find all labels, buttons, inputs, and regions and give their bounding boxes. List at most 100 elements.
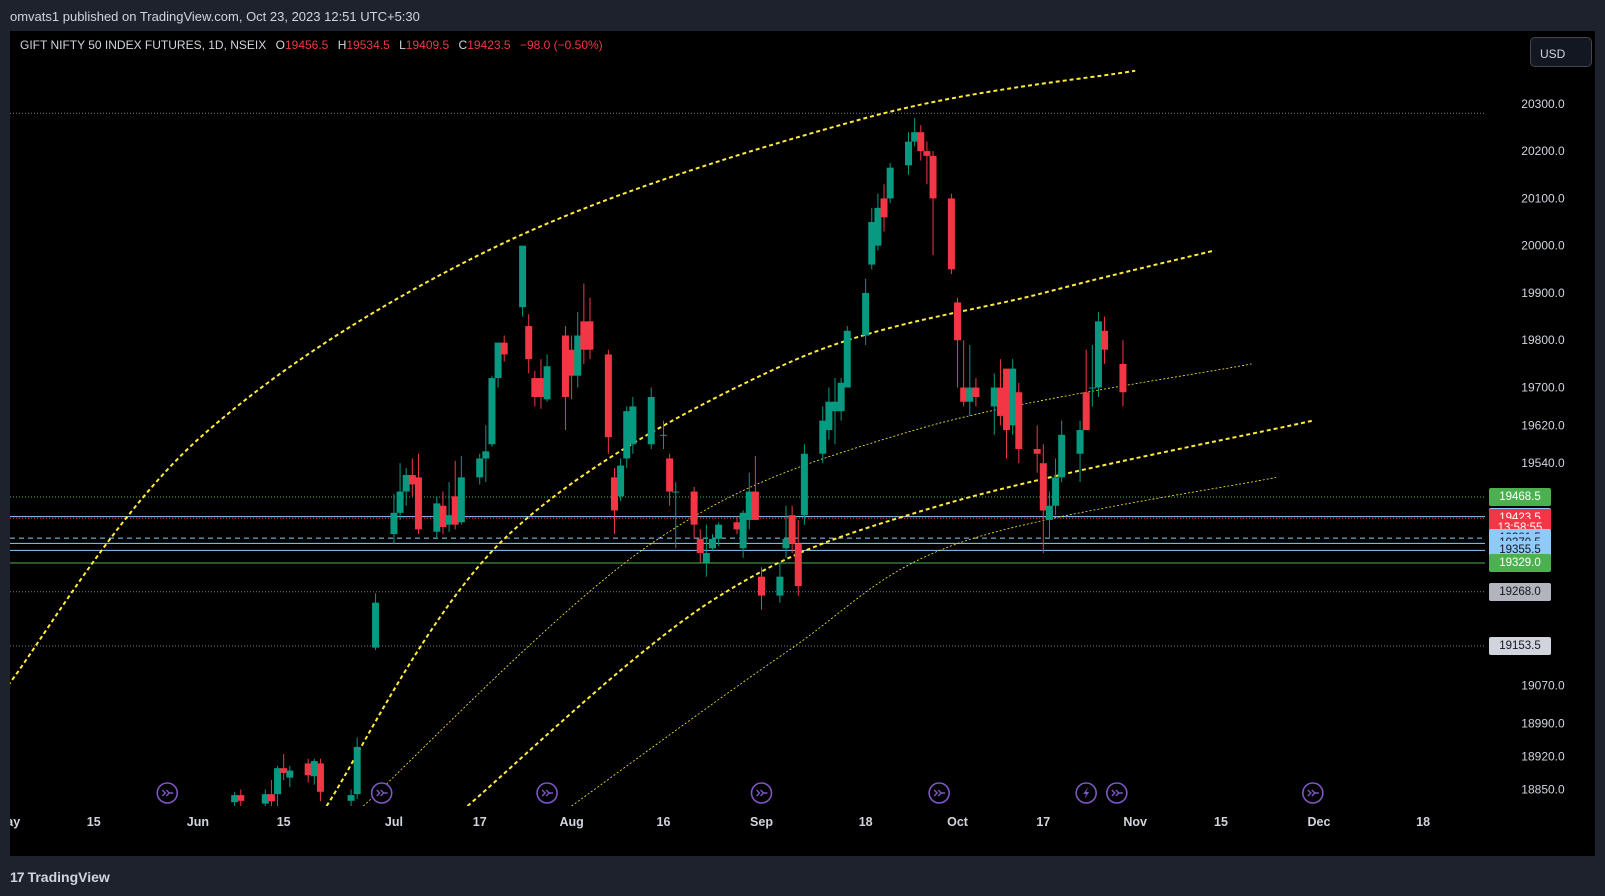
y-axis-tick-label: 18920.0 <box>1521 749 1565 763</box>
event-marker-circle <box>928 782 950 804</box>
candle-body <box>617 465 625 497</box>
price-scale-tag: 19268.0 <box>1489 582 1551 601</box>
tradingview-logo-icon: 17 <box>10 869 25 885</box>
event-arrow-icon[interactable] <box>370 782 393 804</box>
event-flash-icon[interactable] <box>1075 782 1097 804</box>
candle-body <box>880 198 888 218</box>
event-arrow-icon[interactable] <box>536 782 558 804</box>
candle-body <box>274 768 282 795</box>
x-axis-tick-label: 17 <box>473 815 487 829</box>
candle-body <box>715 524 723 539</box>
candle-body <box>1015 392 1023 450</box>
candle-body <box>408 475 416 485</box>
candle-body <box>604 354 612 438</box>
x-axis-tick-label: 17 <box>1036 815 1050 829</box>
price-scale-tag: 19329.0 <box>1489 553 1551 572</box>
candle-body <box>347 795 355 801</box>
candle-body <box>868 222 876 265</box>
candle-body <box>862 292 870 336</box>
low-value: 19409.5 <box>405 38 450 52</box>
candle-body <box>353 746 361 795</box>
candle-body <box>837 382 845 412</box>
candle-body <box>1003 368 1011 431</box>
close-value: 19423.5 <box>467 38 511 52</box>
tradingview-brand: TradingView <box>27 869 110 885</box>
candle-body <box>623 411 631 459</box>
x-axis-tick-label: Oct <box>947 815 969 829</box>
candle-body <box>702 553 710 563</box>
currency-button[interactable]: USD <box>1530 37 1592 67</box>
candle-body <box>286 770 294 778</box>
candle-body <box>531 378 539 397</box>
candle-body <box>457 477 465 523</box>
candle-body <box>316 763 324 792</box>
candle-body <box>488 378 496 445</box>
candle-body <box>390 512 398 535</box>
event-arrow-icon[interactable] <box>1106 782 1128 804</box>
candle-body <box>911 132 919 142</box>
symbol-legend: GIFT NIFTY 50 INDEX FUTURES, 1D, NSEIX O… <box>20 38 603 52</box>
x-axis-tick-label: Dec <box>1308 815 1331 829</box>
event-arrow-icon[interactable] <box>156 782 179 804</box>
candle-body <box>690 491 698 525</box>
candle-body <box>758 576 766 596</box>
candle-body <box>237 795 245 801</box>
candle-body <box>733 522 741 530</box>
y-axis-tick-label: 18990.0 <box>1521 716 1565 730</box>
x-axis-tick-label: 16 <box>657 815 671 829</box>
x-axis-tick-label: Jul <box>385 815 403 829</box>
candle-body <box>819 420 827 454</box>
candle-body <box>433 503 441 532</box>
y-axis-tick-label: 19070.0 <box>1521 678 1565 692</box>
candle-body <box>917 132 925 152</box>
candle-body <box>586 321 594 350</box>
candle-body <box>537 378 545 397</box>
candle-body <box>831 401 839 412</box>
x-axis-tick-label: May <box>10 815 20 829</box>
candle-body <box>476 458 484 478</box>
candle-body <box>519 245 527 308</box>
candle-body <box>905 141 913 166</box>
candle-body <box>886 167 894 199</box>
candle-body <box>1033 449 1041 454</box>
candle-body <box>1009 368 1017 426</box>
candle-body <box>972 387 980 397</box>
x-axis-tick-label: 15 <box>277 815 291 829</box>
candle-body <box>1101 330 1109 350</box>
candle-body <box>445 515 453 525</box>
candle-body <box>310 761 318 777</box>
y-axis-tick-label: 20300.0 <box>1521 97 1565 111</box>
y-axis-tick-label: 20100.0 <box>1521 191 1565 205</box>
y-axis-tick-label: 19800.0 <box>1521 333 1565 347</box>
chart-background <box>10 31 1595 856</box>
candle-body <box>543 366 551 400</box>
open-label: O <box>275 38 285 52</box>
event-arrow-icon[interactable] <box>750 782 773 804</box>
candle-body <box>923 151 931 156</box>
candle-body <box>666 458 674 492</box>
candle-body <box>629 406 637 445</box>
candle-body <box>947 198 955 270</box>
candle-body <box>788 515 796 544</box>
candle-body <box>708 538 716 549</box>
event-marker-circle <box>156 782 179 804</box>
price-scale-tag: 19468.5 <box>1489 487 1551 506</box>
candlestick-chart[interactable]: 20300.0 20200.0 20100.0 20000.0 19900.0 19800… <box>10 31 1595 856</box>
candle-body <box>647 396 655 445</box>
top-bar: omvats1 published on TradingView.com, Oc… <box>0 0 1605 31</box>
candle-body <box>800 453 808 516</box>
low-label: L <box>399 38 406 52</box>
candle-body <box>231 795 239 803</box>
candle-body <box>402 475 410 492</box>
candle-body <box>825 401 833 431</box>
published-info: omvats1 published on TradingView.com, Oc… <box>10 9 420 24</box>
event-arrow-icon[interactable] <box>1302 782 1324 804</box>
x-axis-tick-label: 18 <box>859 815 873 829</box>
candle-body <box>745 491 753 520</box>
candle-body <box>414 477 422 530</box>
y-axis-tick-label: 19700.0 <box>1521 381 1565 395</box>
candle-body <box>1082 392 1090 431</box>
event-arrow-icon[interactable] <box>928 782 950 804</box>
candle-body <box>874 207 882 246</box>
tradingview-logo[interactable]: 17 TradingView <box>10 869 110 885</box>
